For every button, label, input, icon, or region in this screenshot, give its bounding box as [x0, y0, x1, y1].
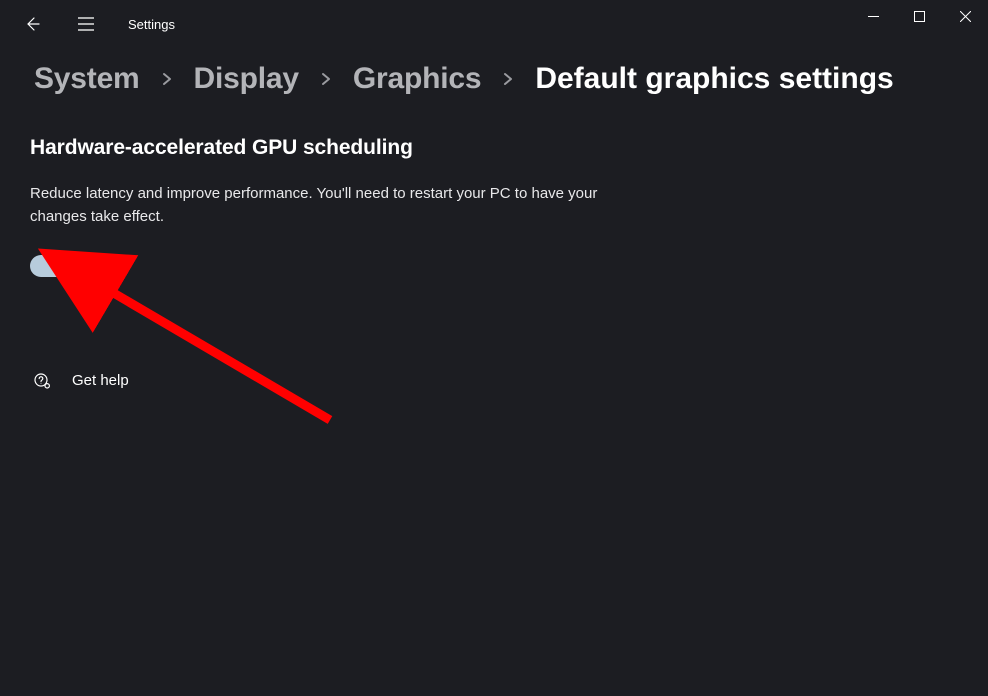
help-icon	[32, 371, 52, 391]
settings-content: Hardware-accelerated GPU scheduling Redu…	[0, 96, 988, 391]
breadcrumb-item-system[interactable]: System	[34, 62, 140, 96]
minimize-icon	[868, 11, 879, 22]
gpu-scheduling-toggle[interactable]	[30, 255, 80, 277]
close-button[interactable]	[942, 0, 988, 32]
get-help-link[interactable]: Get help	[30, 371, 988, 391]
window-caption-controls	[850, 0, 988, 32]
gpu-scheduling-toggle-row: On	[30, 255, 988, 277]
breadcrumb-current: Default graphics settings	[535, 62, 893, 96]
toggle-state-label: On	[94, 257, 114, 274]
app-title: Settings	[128, 17, 175, 32]
arrow-left-icon	[24, 16, 40, 32]
toggle-knob	[61, 258, 77, 274]
close-icon	[960, 11, 971, 22]
maximize-icon	[914, 11, 925, 22]
breadcrumb-item-display[interactable]: Display	[194, 62, 299, 96]
titlebar: Settings	[0, 0, 988, 48]
nav-menu-button[interactable]	[72, 10, 100, 38]
chevron-right-icon	[162, 70, 172, 91]
maximize-button[interactable]	[896, 0, 942, 32]
hamburger-icon	[78, 17, 94, 31]
back-button[interactable]	[18, 10, 46, 38]
breadcrumb: System Display Graphics Default graphics…	[0, 48, 988, 96]
get-help-label: Get help	[72, 372, 129, 389]
section-description: Reduce latency and improve performance. …	[30, 182, 600, 229]
minimize-button[interactable]	[850, 0, 896, 32]
chevron-right-icon	[503, 70, 513, 91]
breadcrumb-item-graphics[interactable]: Graphics	[353, 62, 481, 96]
chevron-right-icon	[321, 70, 331, 91]
section-title: Hardware-accelerated GPU scheduling	[30, 136, 988, 160]
